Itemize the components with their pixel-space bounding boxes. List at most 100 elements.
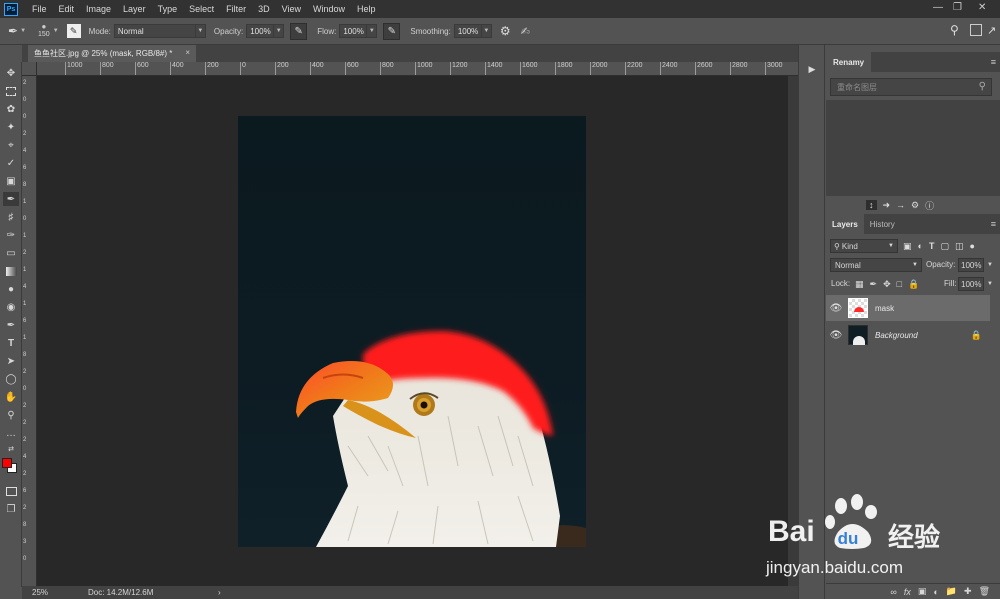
gear-icon[interactable]: ⚙ <box>911 200 919 211</box>
layer-row-background[interactable]: 👁 Background 🔒 <box>826 322 990 348</box>
minimize-icon[interactable]: — <box>933 2 943 13</box>
layer-opacity-input[interactable]: 100% <box>958 258 984 272</box>
menu-layer[interactable]: Layer <box>117 4 152 14</box>
gradient-tool-icon[interactable] <box>3 264 19 278</box>
dodge-tool-icon[interactable]: ◉ <box>3 300 19 314</box>
brush-tool-active-icon[interactable]: ✒ <box>3 192 19 206</box>
airbrush-icon[interactable]: ✎ <box>383 22 401 40</box>
zoom-tool-icon[interactable]: ⚲ <box>3 408 19 422</box>
filter-toggle-icon[interactable]: ● <box>969 241 974 251</box>
mode-select[interactable]: Normal <box>113 24 196 38</box>
lock-transparent-icon[interactable]: ▦ <box>855 279 864 290</box>
status-menu-arrow-icon[interactable]: › <box>218 588 221 597</box>
visibility-eye-icon[interactable]: 👁 <box>826 330 846 341</box>
restore-icon[interactable]: ❐ <box>953 2 962 13</box>
eraser-tool-icon[interactable]: ▭ <box>3 246 19 260</box>
pressure-size-icon[interactable]: ✍ <box>521 25 530 38</box>
screen-mode-icon[interactable]: ❐ <box>3 502 19 516</box>
lasso-tool-icon[interactable]: ✿ <box>3 102 19 116</box>
foreground-color-swatch[interactable] <box>2 458 12 468</box>
lock-artboard-icon[interactable]: □ <box>897 279 902 289</box>
filter-smart-object-icon[interactable]: ◫ <box>955 241 964 252</box>
ellipse-tool-icon[interactable]: ◯ <box>3 372 19 386</box>
filter-adjustment-icon[interactable]: ◐ <box>918 241 923 251</box>
layer-opacity-chevron-icon[interactable]: ▼ <box>985 258 995 272</box>
layer-name-mask[interactable]: mask <box>875 304 894 313</box>
close-tab-icon[interactable]: × <box>185 48 190 57</box>
document-tab[interactable]: 鱼鱼社区.jpg @ 25% (mask, RGB/8#) * × <box>28 45 196 62</box>
menu-view[interactable]: View <box>276 4 307 14</box>
new-group-icon[interactable]: 📁 <box>946 586 957 597</box>
layer-filter-select[interactable]: ⚲ Kind ▼ <box>830 239 898 253</box>
history-brush-tool-icon[interactable]: ✑ <box>3 228 19 242</box>
zoom-level[interactable]: 25% <box>32 588 60 597</box>
marquee-tool-icon[interactable] <box>3 84 19 98</box>
fill-chevron-icon[interactable]: ▼ <box>985 277 995 291</box>
pen-tool-icon[interactable]: ✒ <box>3 318 19 332</box>
expand-panels-icon[interactable]: ▶ <box>802 60 822 78</box>
move-tool-icon[interactable]: ✥ <box>3 66 19 80</box>
menu-window[interactable]: Window <box>307 4 351 14</box>
tab-history[interactable]: History <box>864 214 901 234</box>
info-icon[interactable]: ⓘ <box>925 199 934 212</box>
menu-filter[interactable]: Filter <box>220 4 252 14</box>
filter-type-icon[interactable]: T <box>929 241 935 251</box>
hand-tool-icon[interactable]: ✋ <box>3 390 19 404</box>
quick-mask-icon[interactable] <box>3 484 19 498</box>
renamy-search-icon[interactable]: ⚲ <box>979 81 986 92</box>
brush-tool-icon[interactable]: ✒ <box>8 24 18 38</box>
opacity-input[interactable]: 100% <box>246 24 275 38</box>
tab-layers[interactable]: Layers <box>826 214 864 234</box>
menu-type[interactable]: Type <box>152 4 184 14</box>
blend-mode-select[interactable]: Normal ▼ <box>830 258 922 272</box>
export-icon[interactable]: → <box>896 200 905 210</box>
paragraph-icon[interactable]: ↕ <box>866 200 877 210</box>
swap-colors-icon[interactable]: ⇄ <box>3 442 19 456</box>
menu-image[interactable]: Image <box>80 4 117 14</box>
filter-pixel-icon[interactable]: ▣ <box>903 241 912 252</box>
healing-brush-tool-icon[interactable]: ▣ <box>3 174 19 188</box>
close-window-icon[interactable]: ✕ <box>978 2 986 13</box>
tool-preset-chevron-icon[interactable]: ▼ <box>20 28 26 34</box>
filter-shape-icon[interactable]: ▢ <box>940 241 949 252</box>
mode-chevron-icon[interactable]: ▼ <box>195 24 206 38</box>
fill-input[interactable]: 100% <box>958 277 984 291</box>
search-icon[interactable]: ⚲ <box>950 23 959 37</box>
smoothing-input[interactable]: 100% <box>453 24 482 38</box>
renamy-tab[interactable]: Renamy <box>826 52 872 72</box>
path-selection-tool-icon[interactable]: ➤ <box>3 354 19 368</box>
menu-help[interactable]: Help <box>351 4 382 14</box>
share-icon[interactable]: ↗ <box>987 24 996 37</box>
lock-all-icon[interactable]: 🔒 <box>908 279 919 290</box>
lock-position-icon[interactable]: ✥ <box>883 279 891 290</box>
crop-tool-icon[interactable]: ⌖ <box>3 138 19 152</box>
new-layer-icon[interactable]: ✚ <box>964 586 972 597</box>
link-layers-icon[interactable]: ∞ <box>890 587 896 597</box>
flow-chevron-icon[interactable]: ▼ <box>367 24 378 38</box>
type-tool-icon[interactable]: T <box>3 336 19 350</box>
brush-preset-picker[interactable]: ● 150 <box>38 23 50 39</box>
menu-3d[interactable]: 3D <box>252 4 276 14</box>
brush-panel-toggle-icon[interactable]: ✎ <box>66 24 81 38</box>
document-image[interactable] <box>238 116 586 547</box>
ruler-origin[interactable] <box>22 62 37 76</box>
flow-input[interactable]: 100% <box>339 24 368 38</box>
menu-file[interactable]: File <box>26 4 53 14</box>
blur-tool-icon[interactable]: ● <box>3 282 19 296</box>
layers-panel-menu-icon[interactable]: ≡ <box>991 219 996 229</box>
menu-edit[interactable]: Edit <box>53 4 81 14</box>
more-tools-icon[interactable]: … <box>3 426 19 440</box>
adjustment-layer-icon[interactable]: ◐ <box>933 587 938 597</box>
delete-layer-icon[interactable]: 🗑 <box>979 586 990 597</box>
renamy-panel-menu-icon[interactable]: ≡ <box>991 57 996 67</box>
smoothing-chevron-icon[interactable]: ▼ <box>481 24 492 38</box>
settings-gear-icon[interactable]: ⚙ <box>500 24 511 38</box>
eyedropper-tool-icon[interactable]: ✓ <box>3 156 19 170</box>
magic-wand-tool-icon[interactable]: ✦ <box>3 120 19 134</box>
add-mask-icon[interactable]: ▣ <box>918 586 927 597</box>
clone-stamp-tool-icon[interactable]: ♯ <box>3 210 19 224</box>
lock-pixels-icon[interactable]: ✒ <box>870 279 878 290</box>
visibility-eye-icon[interactable]: 👁 <box>826 303 846 314</box>
renamy-search-input[interactable]: 重命名图层 ⚲ <box>830 78 992 96</box>
brush-picker-chevron-icon[interactable]: ▼ <box>53 28 59 34</box>
